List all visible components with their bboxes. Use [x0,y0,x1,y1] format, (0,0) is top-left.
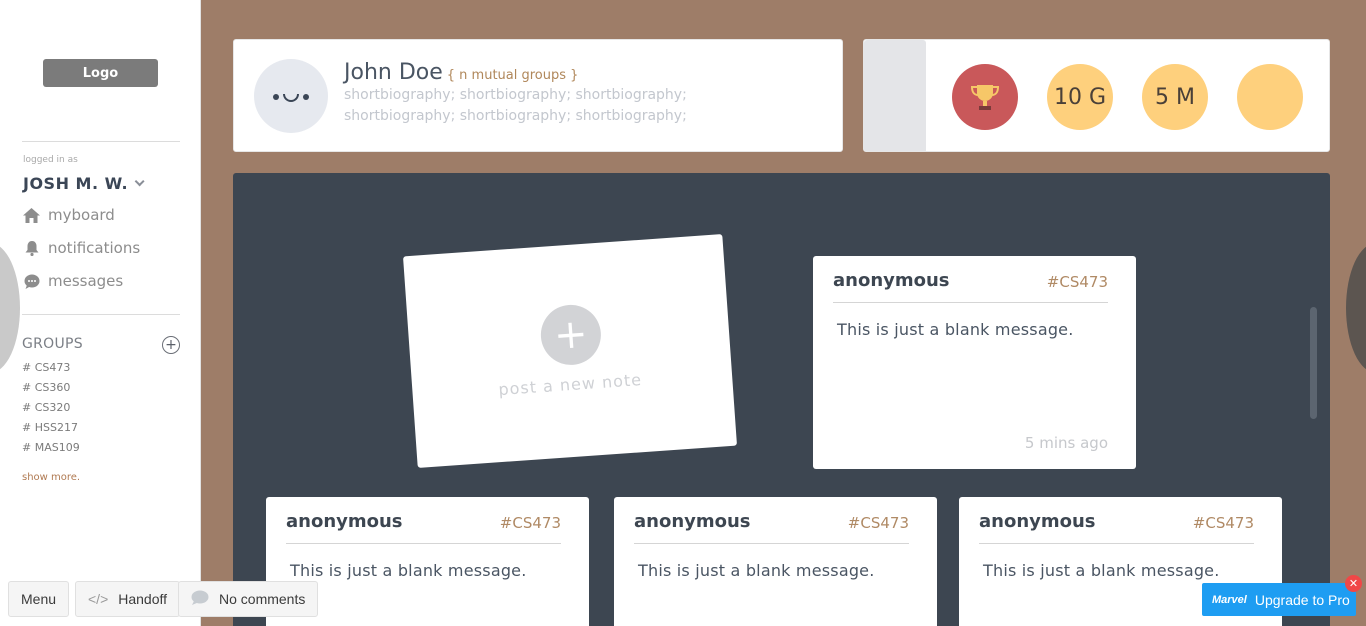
note-author: anonymous [286,511,403,532]
nav-item-myboard[interactable]: myboard [23,206,115,224]
note-time: 5 mins ago [1024,434,1108,452]
comment-icon [191,590,209,608]
mutual-groups[interactable]: { n mutual groups } [447,68,579,83]
badge-empty[interactable] [1237,64,1303,130]
group-item-hss217[interactable]: # HSS217 [22,421,78,434]
comments-button[interactable]: No comments [178,581,319,617]
note-body: This is just a blank message. [290,561,527,580]
divider [22,141,180,142]
right-nav-arrow[interactable] [1346,243,1366,373]
board-scrollbar[interactable] [1310,307,1317,419]
note-tag[interactable]: #CS473 [500,514,561,532]
profile-name: John Doe [344,60,443,85]
note-body: This is just a blank message. [983,561,1220,580]
comments-label: No comments [219,591,306,607]
handoff-label: Handoff [118,591,168,607]
nav-label: messages [48,272,124,290]
plus-icon: + [538,302,603,367]
bell-icon [23,240,40,257]
badges-card: 10 G 5 M [863,39,1330,152]
profile-name-line: John Doe { n mutual groups } [344,60,578,85]
nav-item-messages[interactable]: messages [23,272,123,290]
group-item-cs473[interactable]: # CS473 [22,361,70,374]
handoff-button[interactable]: </> Handoff [75,581,181,617]
upgrade-label: Upgrade to Pro [1254,591,1350,608]
note-tag[interactable]: #CS473 [1193,514,1254,532]
chevron-down-icon [134,176,145,187]
note-divider [286,543,561,544]
user-menu[interactable]: JOSH M. W. [23,174,145,193]
menu-label: Menu [21,591,57,607]
user-name: JOSH M. W. [23,174,129,193]
sidebar: Logo logged in as JOSH M. W. myboard not… [0,0,201,626]
show-more-link[interactable]: show more. [22,472,80,483]
note-author: anonymous [634,511,751,532]
groups-title: GROUPS [22,336,83,352]
chat-icon [23,273,40,290]
nav-item-notifications[interactable]: notifications [23,239,140,257]
avatar [254,59,328,133]
trophy-badge[interactable] [952,64,1018,130]
post-note-label: post a new note [497,370,643,400]
bio-line: shortbiography; shortbiography; shortbio… [344,108,687,124]
note-divider [979,543,1254,544]
avatar-mouth [283,94,299,102]
note-card[interactable]: anonymous #CS473 This is just a blank me… [614,497,937,626]
logo[interactable]: Logo [43,59,158,87]
marvel-logo-icon: Marvel [1212,593,1247,606]
code-icon: </> [88,591,109,607]
avatar-eye [303,94,309,100]
close-icon[interactable]: ✕ [1345,575,1362,592]
badge-gold[interactable]: 10 G [1047,64,1113,130]
avatar-eye [273,94,279,100]
upgrade-to-pro-button[interactable]: Marvel Upgrade to Pro [1202,583,1356,616]
group-item-cs320[interactable]: # CS320 [22,401,70,414]
post-new-note-card[interactable]: + post a new note [402,234,738,468]
note-card[interactable]: anonymous #CS473 This is just a blank me… [813,256,1136,469]
profile-card: John Doe { n mutual groups } shortbiograp… [233,39,843,152]
menu-button[interactable]: Menu [8,581,70,617]
home-icon [23,207,40,224]
badges-tab[interactable] [864,40,926,151]
note-divider [634,543,909,544]
group-item-mas109[interactable]: # MAS109 [22,441,80,454]
nav-label: notifications [48,239,141,257]
plus-icon: + [165,337,177,353]
note-body: This is just a blank message. [638,561,875,580]
group-item-cs360[interactable]: # CS360 [22,381,70,394]
note-body: This is just a blank message. [837,320,1074,339]
bio-line: shortbiography; shortbiography; shortbio… [344,87,687,103]
note-author: anonymous [833,270,950,291]
badge-medal[interactable]: 5 M [1142,64,1208,130]
note-tag[interactable]: #CS473 [848,514,909,532]
note-tag[interactable]: #CS473 [1047,273,1108,291]
trophy-icon [970,85,1000,110]
note-divider [833,302,1108,303]
logged-in-label: logged in as [23,155,78,165]
nav-label: myboard [48,206,115,224]
divider [22,314,180,315]
add-group-button[interactable]: + [162,336,180,354]
note-author: anonymous [979,511,1096,532]
